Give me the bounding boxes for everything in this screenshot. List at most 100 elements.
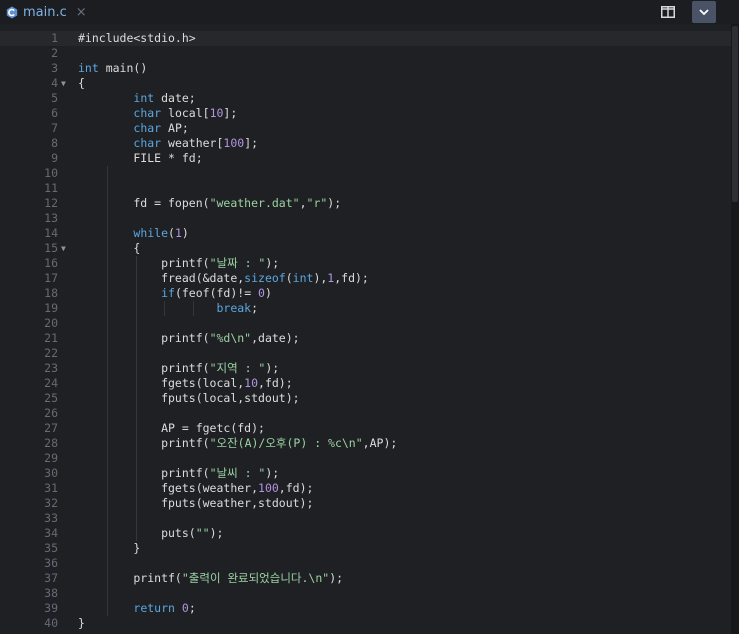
text-token: #include<stdio.h> [78,31,196,45]
line-number: 33 [44,511,58,525]
text-token: FILE * fd; [78,151,203,165]
code-editor[interactable]: 1 #include<stdio.h> 2 3 int main() 4 ▼{5 int d… [0,24,731,634]
line-number: 39 [44,601,58,615]
code-line[interactable]: 5 int date; [0,91,731,106]
code-line[interactable]: 3 int main() [0,61,731,76]
fold-arrow-icon[interactable]: ▼ [61,76,66,91]
code-line[interactable]: 40} [0,616,731,631]
code-line[interactable]: 38 [0,586,731,601]
string-token: "" [195,526,210,540]
text-token: fread(&date, [78,271,245,285]
code-line[interactable]: 31 fgets(weather,100,fd); [0,481,731,496]
code-line[interactable]: 2 [0,46,731,61]
vertical-scrollbar-thumb[interactable] [732,26,738,202]
code-line[interactable]: 37 printf("출력이 완료되었습니다.\n"); [0,571,731,586]
code-line[interactable]: 28 printf("오잔(A)/오후(P) : %c\n",AP); [0,436,731,451]
line-number: 29 [44,451,58,465]
keyword-token: break [216,301,252,315]
code-line[interactable]: 30 printf("날씨 : "); [0,466,731,481]
code-text: char AP; [78,121,189,136]
line-number: 27 [44,421,58,435]
text-token: AP; [161,121,189,135]
keyword-token: while [133,226,169,240]
code-line[interactable]: 16 printf("날짜 : "); [0,256,731,271]
text-token: } [78,616,85,630]
code-line[interactable]: 19 break; [0,301,731,316]
code-text: fgets(local,10,fd); [78,376,293,391]
fold-arrow-icon[interactable]: ▼ [61,241,66,256]
editor-options-dropdown[interactable] [692,1,716,23]
text-token: printf( [78,466,210,480]
text-token: weather[ [161,136,224,150]
code-line[interactable]: 12 fd = fopen("weather.dat","r"); [0,196,731,211]
code-line[interactable]: 33 [0,511,731,526]
code-line[interactable]: 6 char local[10]; [0,106,731,121]
code-line[interactable]: 1 #include<stdio.h> [0,31,731,46]
code-line[interactable]: 22 [0,346,731,361]
text-token: ; [188,601,196,615]
code-text: { [78,76,85,91]
code-line[interactable]: 35 } [0,541,731,556]
code-text: fputs(local,stdout); [78,391,299,406]
string-token: "r" [306,196,328,210]
code-line[interactable]: 7 char AP; [0,121,731,136]
keyword-token: return [133,601,175,615]
tab-main-c[interactable]: main.c × [0,0,88,24]
code-line[interactable]: 23 printf("지역 : "); [0,361,731,376]
text-token: ,fd); [258,376,293,390]
code-line[interactable]: 36 [0,556,731,571]
text-token: ) [264,286,272,300]
text-token: printf( [78,361,210,375]
line-number: 38 [44,586,58,600]
text-token: ]; [244,136,259,150]
line-number: 25 [44,391,58,405]
code-line[interactable]: 24 fgets(local,10,fd); [0,376,731,391]
code-text: printf("날씨 : "); [78,466,279,481]
code-line[interactable]: 11 [0,181,731,196]
code-line[interactable]: 21 printf("%d\n",date); [0,331,731,346]
text-token: date; [154,91,196,105]
code-line[interactable]: 27 AP = fgetc(fd); [0,421,731,436]
code-text: printf("%d\n",date); [78,331,300,346]
line-number: 21 [44,331,58,345]
text-token: ); [265,466,280,480]
code-line[interactable]: 4 ▼ { [0,76,731,91]
number-token: 100 [223,136,245,150]
code-text: { [78,241,140,256]
code-line[interactable]: 39 return 0; [0,601,731,616]
tab-close-icon[interactable]: × [76,5,87,20]
line-number: 15 [44,241,58,255]
code-line[interactable]: 34 puts(""); [0,526,731,541]
code-line[interactable]: 29 [0,451,731,466]
line-number: 8 [51,136,58,150]
code-line[interactable]: 26 [0,406,731,421]
code-line[interactable]: 14 while(1) [0,226,731,241]
chevron-down-icon [699,8,709,15]
code-line[interactable]: 13 [0,211,731,226]
code-line[interactable]: 15 ▼ { [0,241,731,256]
line-number: 18 [44,286,58,300]
code-text: int main() [78,61,147,76]
code-line[interactable]: 25 fputs(local,stdout); [0,391,731,406]
split-layout-button[interactable] [655,2,681,22]
code-text: } [78,541,140,556]
code-text: break; [78,301,258,316]
text-token: ,date); [251,331,300,345]
line-number: 20 [44,316,58,330]
code-line[interactable]: 8 char weather[100]; [0,136,731,151]
tab-bar: main.c × [0,0,739,24]
code-line[interactable]: 17 fread(&date,sizeof(int),1,fd); [0,271,731,286]
code-line[interactable]: 18 if(feof(fd)!= 0) [0,286,731,301]
code-line[interactable]: 10 [0,166,731,181]
line-number: 31 [44,481,58,495]
text-token: { [78,76,85,90]
code-line[interactable]: 9 FILE * fd; [0,151,731,166]
code-line[interactable]: 32 fputs(weather,stdout); [0,496,731,511]
line-number: 35 [44,541,58,555]
code-text: fread(&date,sizeof(int),1,fd); [78,271,369,286]
code-line[interactable]: 20 [0,316,731,331]
text-token: printf( [78,331,210,345]
text-token: fgets(local, [78,376,245,390]
